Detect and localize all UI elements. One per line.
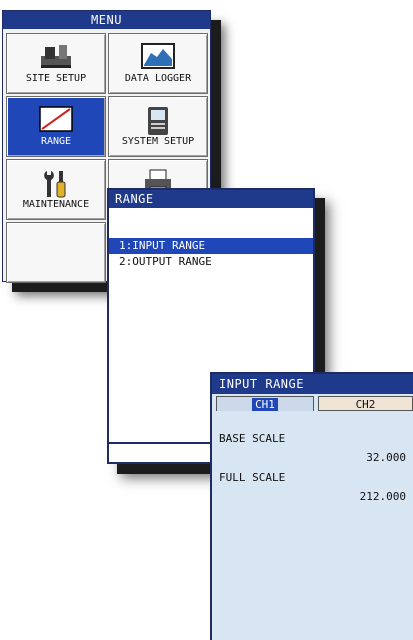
menu-item-label: DATA LOGGER — [124, 73, 192, 84]
menu-item-label: RANGE — [40, 136, 72, 147]
base-scale-label: BASE SCALE — [219, 432, 286, 445]
menu-item-system-setup[interactable]: SYSTEM SETUP — [108, 96, 208, 157]
range-item-output-range[interactable]: 2:OUTPUT RANGE — [109, 254, 313, 270]
site-setup-icon — [39, 43, 73, 72]
menu-item-label: MAINTENANCE — [22, 199, 90, 210]
tab-ch2-label: CH2 — [355, 398, 376, 411]
menu-item-empty[interactable] — [6, 222, 106, 283]
menu-item-label: SITE SETUP — [25, 73, 87, 84]
tab-ch1-label: CH1 — [252, 398, 278, 411]
data-logger-icon — [141, 43, 175, 72]
full-scale-label: FULL SCALE — [219, 471, 286, 484]
menu-item-label: SYSTEM SETUP — [121, 136, 195, 147]
menu-item-site-setup[interactable]: SITE SETUP — [6, 33, 106, 94]
menu-title: MENU — [3, 11, 210, 29]
system-setup-icon — [145, 106, 171, 139]
tab-ch2[interactable]: CH2 — [318, 396, 413, 411]
range-item-input-range[interactable]: 1:INPUT RANGE — [109, 238, 313, 254]
menu-item-maintenance[interactable]: MAINTENANCE — [6, 159, 106, 220]
input-range-window: INPUT RANGE CH1 CH2 BASE SCALE 32.000 FU… — [210, 372, 413, 640]
input-range-title: INPUT RANGE — [212, 374, 413, 394]
range-title: RANGE — [109, 190, 313, 208]
channel-tabs: CH1 CH2 — [212, 394, 413, 413]
range-icon — [39, 106, 73, 135]
range-list: 1:INPUT RANGE 2:OUTPUT RANGE — [109, 238, 313, 270]
tab-ch1[interactable]: CH1 — [216, 396, 314, 411]
menu-item-range[interactable]: RANGE — [6, 96, 106, 157]
full-scale-value[interactable]: 212.000 — [360, 490, 406, 503]
base-scale-value[interactable]: 32.000 — [366, 451, 406, 464]
maintenance-icon — [41, 169, 71, 202]
menu-item-data-logger[interactable]: DATA LOGGER — [108, 33, 208, 94]
